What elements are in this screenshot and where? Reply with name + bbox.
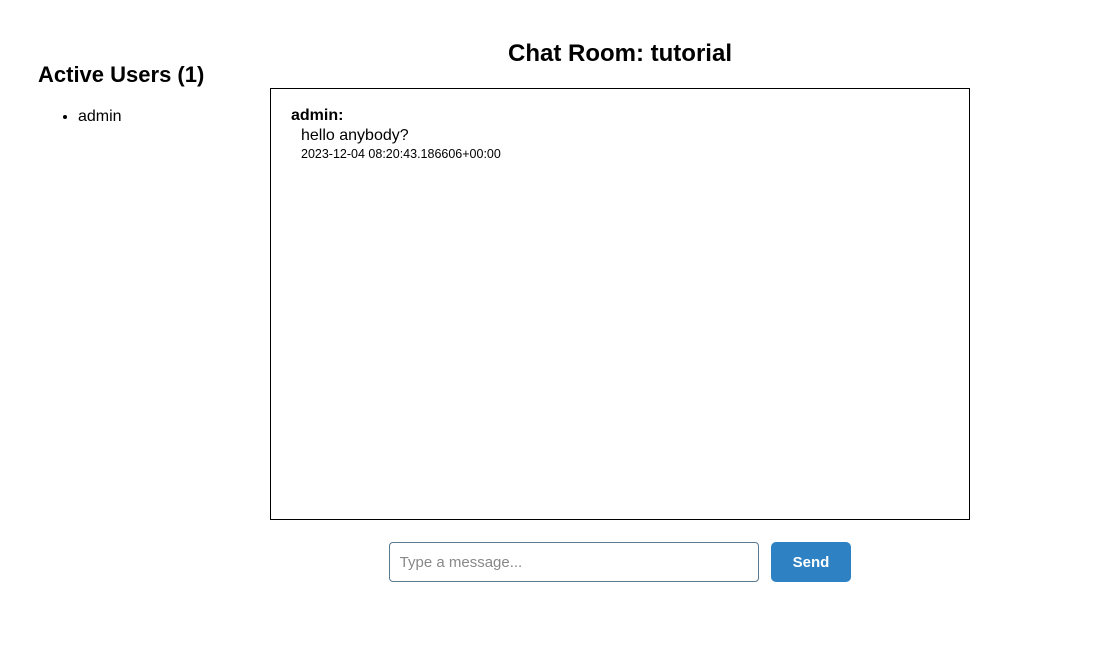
active-users-sidebar: Active Users (1) admin [0, 40, 260, 582]
chat-main: Chat Room: tutorial admin: hello anybody… [260, 40, 1100, 582]
send-button[interactable]: Send [771, 542, 852, 582]
message-timestamp: 2023-12-04 08:20:43.186606+00:00 [291, 147, 949, 161]
active-user-name: admin [78, 108, 122, 125]
active-users-title: Active Users (1) [38, 62, 260, 88]
message-text: hello anybody? [291, 127, 949, 145]
chat-messages-window[interactable]: admin: hello anybody? 2023-12-04 08:20:4… [270, 88, 970, 520]
chat-room-title: Chat Room: tutorial [508, 40, 732, 68]
message-input[interactable] [389, 542, 759, 582]
chat-message: admin: hello anybody? 2023-12-04 08:20:4… [291, 107, 949, 161]
active-user-item: admin [78, 106, 260, 128]
message-author: admin: [291, 107, 949, 125]
message-composer: Send [270, 542, 970, 582]
active-users-list: admin [38, 106, 260, 128]
